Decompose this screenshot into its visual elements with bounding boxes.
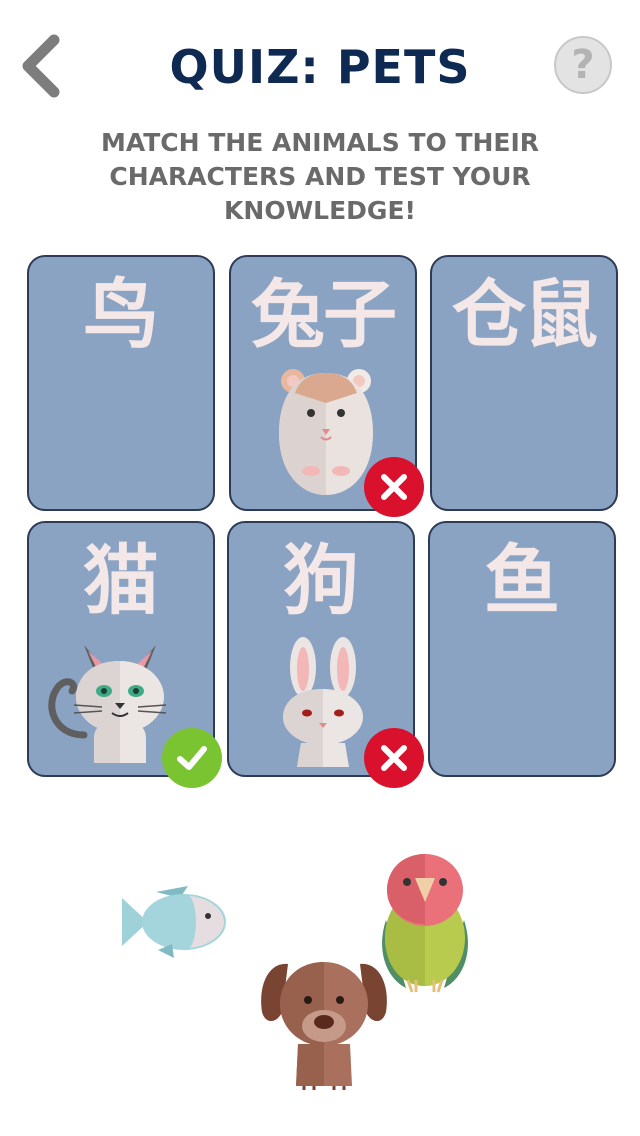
header: QUIZ: PETS ? [0, 0, 640, 130]
card-rabbit[interactable]: 兔子 [229, 255, 424, 517]
correct-badge [162, 728, 222, 788]
card-fish[interactable]: 鱼 [428, 521, 616, 777]
dog-icon[interactable] [258, 956, 390, 1092]
card-bird[interactable]: 鸟 [27, 255, 215, 511]
close-icon [381, 474, 407, 500]
card-character: 兔子 [251, 272, 397, 358]
card-dog[interactable]: 狗 [227, 521, 424, 788]
card-hamster[interactable]: 仓鼠 [430, 255, 618, 511]
card-cat[interactable]: 猫 [27, 521, 222, 788]
card-character: 鸟 [83, 270, 159, 359]
card-character: 猫 [83, 536, 159, 625]
fish-icon[interactable] [118, 884, 228, 960]
help-button[interactable]: ? [554, 36, 612, 94]
page-title: QUIZ: PETS [169, 40, 471, 94]
checkmark-icon [177, 746, 207, 770]
wrong-badge [364, 728, 424, 788]
wrong-badge [364, 457, 424, 517]
rabbit-icon [283, 637, 363, 767]
card-character: 狗 [283, 536, 359, 625]
card-character: 仓鼠 [452, 272, 598, 358]
card-character: 鱼 [484, 536, 560, 625]
close-icon [381, 745, 407, 771]
instructions-text: MATCH THE ANIMALS TO THEIR CHARACTERS AN… [100, 128, 540, 225]
